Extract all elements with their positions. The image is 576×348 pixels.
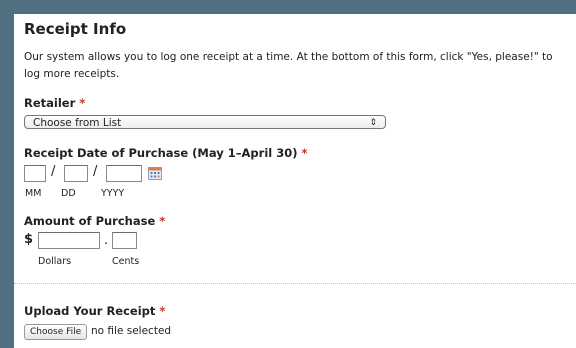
dollars-sublabel: Dollars <box>38 256 72 267</box>
date-label: Receipt Date of Purchase (May 1–April 30… <box>24 146 298 160</box>
section-title: Receipt Info <box>24 20 127 38</box>
date-separator: / <box>93 164 98 179</box>
decimal-point: . <box>104 233 109 248</box>
retailer-select-value: Choose from List <box>33 117 122 129</box>
section-divider <box>14 283 576 284</box>
file-status: no file selected <box>91 325 172 337</box>
day-sublabel: DD <box>61 188 76 199</box>
month-input[interactable] <box>24 165 46 182</box>
required-marker: * <box>301 146 308 160</box>
retailer-label: Retailer <box>24 96 76 110</box>
dollars-input[interactable] <box>38 232 100 249</box>
required-marker: * <box>159 214 166 228</box>
retailer-label-row: Retailer * <box>24 96 85 110</box>
month-sublabel: MM <box>25 188 42 199</box>
retailer-select[interactable]: Choose from List ⇕ <box>24 115 386 129</box>
currency-symbol: $ <box>24 232 34 247</box>
amount-label-row: Amount of Purchase * <box>24 214 165 228</box>
amount-label: Amount of Purchase <box>24 214 156 228</box>
calendar-icon[interactable] <box>148 165 162 180</box>
select-arrows-icon: ⇕ <box>369 118 377 128</box>
upload-label: Upload Your Receipt <box>24 304 156 318</box>
year-sublabel: YYYY <box>101 188 125 199</box>
receipt-info-form: Receipt Info Our system allows you to lo… <box>14 14 576 348</box>
date-label-row: Receipt Date of Purchase (May 1–April 30… <box>24 146 308 160</box>
choose-file-button[interactable]: Choose File <box>24 324 88 340</box>
year-input[interactable] <box>106 165 142 182</box>
cents-sublabel: Cents <box>112 256 140 267</box>
required-marker: * <box>159 304 166 318</box>
required-marker: * <box>79 96 86 110</box>
date-separator: / <box>51 164 56 179</box>
upload-label-row: Upload Your Receipt * <box>24 304 165 318</box>
day-input[interactable] <box>64 165 88 182</box>
section-intro: Our system allows you to log one receipt… <box>24 51 553 80</box>
cents-input[interactable] <box>112 232 137 249</box>
